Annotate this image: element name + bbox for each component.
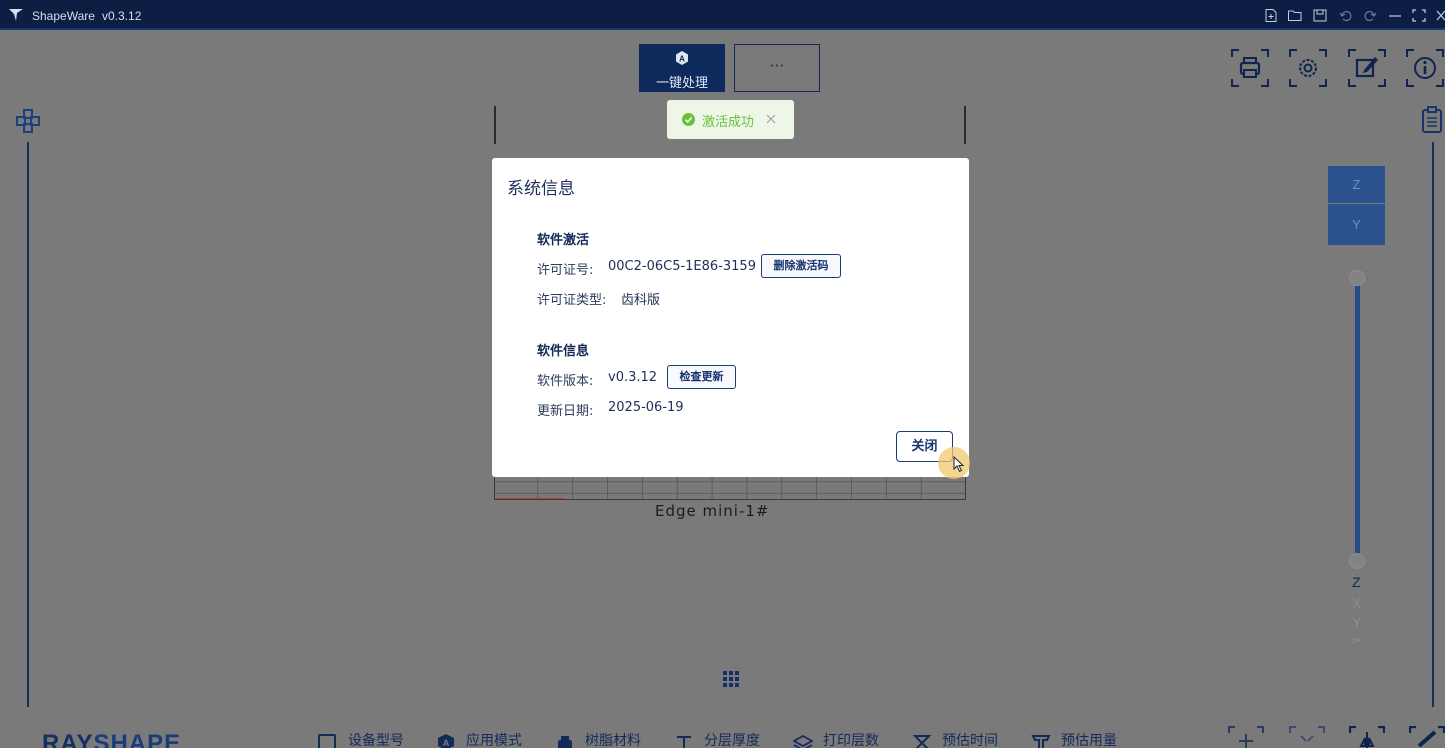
license-type-label: 许可证类型:: [537, 293, 607, 308]
one-click-process-label: 一键处理: [655, 76, 708, 91]
printer-name-label: Edge mini-1#: [655, 502, 770, 520]
minimize-icon[interactable]: [1388, 9, 1402, 22]
build-plate: [494, 476, 966, 500]
app-mode-label: 应用模式: [466, 733, 522, 748]
mode-icon: A: [438, 734, 454, 748]
save-icon[interactable]: [1313, 9, 1327, 22]
success-toast: 激活成功: [667, 100, 794, 139]
more-button[interactable]: ···: [734, 44, 820, 92]
hourglass-icon: [912, 735, 932, 748]
success-check-icon: [682, 113, 695, 126]
print-layers-label: 打印层数: [823, 733, 879, 748]
build-plate-edge-left: [494, 106, 496, 144]
support-tool-icon[interactable]: [1409, 726, 1445, 748]
activation-section-heading: 软件激活: [537, 233, 590, 248]
app-version: v0.3.12: [102, 9, 142, 23]
mouse-cursor-icon: [953, 456, 965, 473]
check-update-button[interactable]: 检查更新: [667, 365, 736, 389]
new-file-icon[interactable]: [1264, 9, 1278, 22]
redo-icon[interactable]: [1363, 9, 1377, 22]
view-z-button[interactable]: Z: [1328, 166, 1385, 203]
resin-icon: [558, 736, 572, 748]
resin-label: 树脂材料: [585, 733, 641, 748]
software-version-label: 软件版本:: [537, 374, 594, 389]
software-version-value: v0.3.12: [608, 370, 658, 385]
auto-icon: A: [676, 51, 688, 65]
mirror-tool-icon[interactable]: [1349, 726, 1385, 748]
move-tool-icon[interactable]: [1228, 726, 1264, 748]
dialog-title: 系统信息: [507, 179, 575, 199]
toast-message: 激活成功: [702, 115, 755, 130]
info-icon[interactable]: [1406, 49, 1444, 87]
license-number-label: 许可证号:: [537, 263, 594, 278]
app-logo-icon: [9, 9, 23, 21]
layers-icon: [793, 734, 813, 748]
maximize-icon[interactable]: [1412, 9, 1426, 22]
estimated-time-label: 预估时间: [942, 733, 998, 748]
axis-x-label[interactable]: X: [1352, 595, 1361, 611]
license-type-value: 齿科版: [621, 293, 661, 308]
device-model-label: 设备型号: [348, 733, 404, 748]
layer-thickness-label: 分层厚度: [704, 733, 760, 748]
edit-icon[interactable]: [1348, 49, 1386, 87]
estimated-usage-label: 预估用量: [1061, 733, 1117, 748]
settings-icon[interactable]: [1289, 49, 1327, 87]
update-date-value: 2025-06-19: [608, 400, 684, 415]
transform-tool-icon[interactable]: [15, 108, 41, 134]
one-click-process-button[interactable]: A 一键处理: [639, 44, 725, 92]
open-folder-icon[interactable]: [1288, 9, 1302, 22]
title-bar: ShapeWare v0.3.12: [0, 0, 1445, 30]
app-name: ShapeWare: [32, 9, 95, 23]
scale-tool-icon[interactable]: [1289, 726, 1325, 748]
delete-activation-button[interactable]: 删除激活码: [761, 254, 841, 278]
build-plate-grid: [495, 476, 965, 499]
software-info-section-heading: 软件信息: [537, 344, 590, 359]
undo-icon[interactable]: [1339, 9, 1353, 22]
axis-y-label[interactable]: Y: [1352, 614, 1361, 630]
device-icon: [318, 734, 336, 748]
layer-slider-track[interactable]: [1355, 280, 1360, 560]
system-info-dialog: 系统信息 软件激活 许可证号: 00C2-06C5-1E86-3159 删除激活…: [492, 158, 969, 477]
print-icon[interactable]: [1231, 49, 1269, 87]
axis-z-label[interactable]: Z: [1352, 574, 1361, 590]
layer-slider-top-handle[interactable]: [1349, 270, 1365, 286]
left-rail: [27, 142, 29, 707]
usage-icon: [1031, 735, 1051, 748]
license-number-value: 00C2-06C5-1E86-3159: [608, 259, 756, 274]
layer-thickness-icon: [677, 736, 691, 748]
toast-close-icon[interactable]: [765, 113, 777, 125]
brand-logo: RAYSHAPE: [42, 730, 182, 748]
apps-grid-icon[interactable]: [722, 670, 740, 688]
build-plate-edge-right: [964, 106, 966, 144]
right-rail: [1432, 142, 1434, 707]
svg-text:A: A: [443, 738, 450, 748]
clipboard-icon[interactable]: [1420, 106, 1444, 134]
close-icon[interactable]: [1436, 9, 1445, 22]
update-date-label: 更新日期:: [537, 404, 594, 419]
layer-slider-bottom-handle[interactable]: [1349, 553, 1365, 569]
svg-text:A: A: [679, 55, 685, 64]
scissors-icon[interactable]: ✂: [1352, 633, 1363, 649]
view-y-button[interactable]: Y: [1328, 204, 1385, 245]
